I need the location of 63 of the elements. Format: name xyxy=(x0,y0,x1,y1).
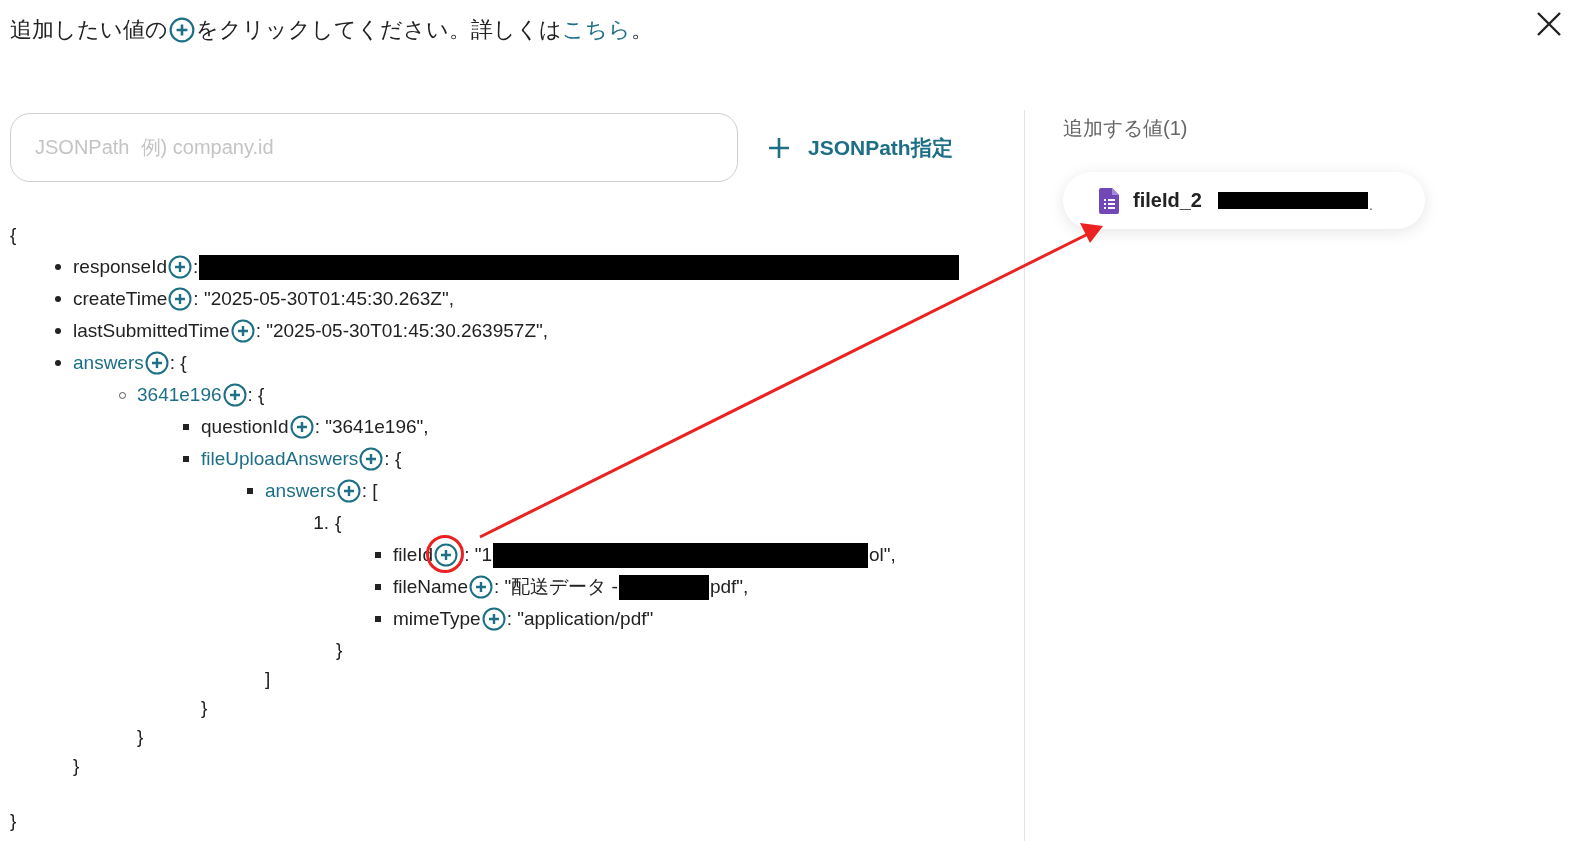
json-value: : "2025-05-30T01:45:30.263Z", xyxy=(193,288,454,310)
json-value: : { xyxy=(247,384,265,406)
close-button[interactable] xyxy=(1535,10,1563,38)
add-value-button[interactable] xyxy=(434,543,459,567)
json-value: : xyxy=(193,256,199,278)
json-value: pdf", xyxy=(709,576,749,598)
jsonpath-field[interactable]: JSONPath 例) company.id xyxy=(10,113,738,182)
json-key: lastSubmittedTime xyxy=(73,320,230,342)
json-bracket: ] xyxy=(265,667,271,690)
bullet-icon xyxy=(183,456,189,462)
help-link[interactable]: こちら xyxy=(562,15,631,45)
bullet-icon xyxy=(375,584,381,590)
add-value-button[interactable] xyxy=(469,575,493,599)
value-chip[interactable]: fileId_2 . xyxy=(1063,172,1425,229)
json-bracket: } xyxy=(137,725,144,748)
list-number: 1. xyxy=(312,512,330,534)
json-bracket: { xyxy=(10,224,17,246)
add-value-button[interactable] xyxy=(336,479,361,503)
instruction-text: 追加したい値の をクリックしてください。詳しくは こちら。 xyxy=(10,14,653,46)
bullet-icon xyxy=(247,488,253,494)
bullet-icon xyxy=(375,616,381,622)
add-value-button[interactable] xyxy=(222,383,247,407)
json-key-link[interactable]: answers xyxy=(73,352,144,374)
json-value: : { xyxy=(384,448,402,470)
add-value-button[interactable] xyxy=(359,447,384,471)
json-key: mimeType xyxy=(393,608,481,630)
panel-title: 追加する値(1) xyxy=(1063,116,1189,141)
plus-icon xyxy=(768,136,790,159)
add-value-button[interactable] xyxy=(289,415,314,439)
add-value-button[interactable] xyxy=(168,255,192,279)
json-value: ol", xyxy=(869,544,896,566)
json-bracket: } xyxy=(10,809,17,832)
json-bracket: } xyxy=(201,696,208,719)
json-key: questionId xyxy=(201,416,289,438)
json-value: : "application/pdf" xyxy=(506,608,654,630)
json-value: : "3641e196", xyxy=(314,416,429,438)
json-value: { xyxy=(335,512,342,534)
json-value: : { xyxy=(169,352,187,374)
json-value: : "1 xyxy=(464,544,492,566)
json-key: createTime xyxy=(73,288,168,310)
plus-icon xyxy=(169,17,195,43)
bullet-icon xyxy=(55,296,61,302)
json-bracket: } xyxy=(336,638,343,661)
json-key-link[interactable]: fileUploadAnswers xyxy=(201,448,359,470)
json-key-link[interactable]: 3641e196 xyxy=(137,384,222,406)
json-bracket: } xyxy=(73,754,80,777)
add-value-button[interactable] xyxy=(481,607,506,631)
jsonpath-button[interactable]: JSONPath指定 xyxy=(768,133,953,162)
json-value: : [ xyxy=(361,480,378,502)
bullet-icon xyxy=(55,264,61,270)
form-document-icon xyxy=(1099,187,1119,214)
add-value-button[interactable] xyxy=(230,319,255,343)
json-value: : "2025-05-30T01:45:30.263957Z", xyxy=(255,320,548,342)
bullet-icon xyxy=(55,360,61,366)
json-key-link[interactable]: answers xyxy=(265,480,336,502)
json-value: : "配送データ - xyxy=(494,575,618,599)
add-value-button[interactable] xyxy=(168,287,193,311)
add-value-button[interactable] xyxy=(144,351,169,375)
json-key: responseId xyxy=(73,256,167,278)
bullet-icon xyxy=(183,424,189,430)
json-key: fileName xyxy=(393,576,468,598)
bullet-icon xyxy=(55,328,61,334)
bullet-icon xyxy=(375,552,381,558)
